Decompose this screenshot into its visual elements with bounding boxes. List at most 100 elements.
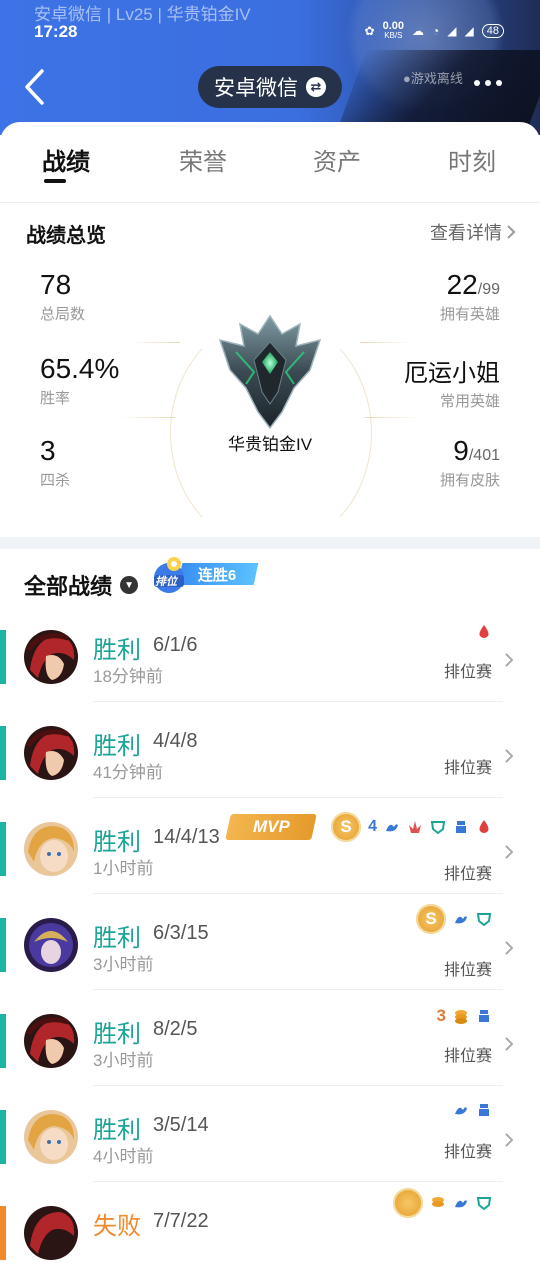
signal-icon: ◢ bbox=[447, 24, 457, 38]
match-result: 胜利 bbox=[93, 637, 141, 664]
match-row[interactable]: 胜利 4/4/8 41分钟前 排位赛 bbox=[0, 702, 540, 798]
shield-icon bbox=[430, 821, 446, 835]
lotus-icon bbox=[409, 821, 421, 833]
match-kda: 6/3/15 bbox=[153, 922, 209, 944]
match-result: 胜利 bbox=[93, 925, 141, 952]
win-streak-badge: 连胜6 排位 bbox=[152, 554, 259, 594]
view-details-link[interactable]: 查看详情 bbox=[430, 219, 516, 245]
tab-underline bbox=[44, 179, 66, 183]
content-sheet: 战绩 荣誉 资产 时刻 战绩总览 查看详情 78 总局数 65.4% 胜率 3 … bbox=[0, 122, 540, 1260]
chevron-right-icon bbox=[505, 941, 514, 955]
skins-total: /401 bbox=[468, 447, 500, 464]
stat-common-hero[interactable]: 厄运小姐 常用英雄 bbox=[404, 353, 500, 411]
gold-coins-icon bbox=[455, 1010, 467, 1024]
match-time: 18分钟前 bbox=[93, 667, 163, 686]
match-result: 胜利 bbox=[93, 1117, 141, 1144]
all-matches-filter[interactable]: 全部战绩 ▼ bbox=[24, 569, 139, 601]
heroes-value: 22 bbox=[446, 269, 478, 300]
header: 安卓微信 | Lv25 | 华贵铂金IV 17:28 ✿ 0.00 KB/S ☁ … bbox=[0, 0, 540, 135]
decor-line bbox=[120, 417, 175, 418]
tower-icon bbox=[479, 1010, 489, 1022]
common-hero-label: 常用英雄 bbox=[439, 393, 500, 410]
chevron-right-icon bbox=[505, 1133, 514, 1147]
decor-line bbox=[130, 342, 180, 343]
heroes-label: 拥有英雄 bbox=[439, 306, 500, 323]
back-arrow-icon[interactable] bbox=[22, 68, 46, 106]
chevron-down-icon: ▼ bbox=[120, 576, 139, 594]
all-matches-title: 全部战绩 bbox=[24, 574, 113, 599]
match-result: 胜利 bbox=[93, 1021, 141, 1048]
heroes-total: /99 bbox=[477, 281, 500, 298]
network-speed: 0.00 KB/S bbox=[382, 20, 405, 41]
result-accent bbox=[0, 1110, 6, 1164]
notification-icon: ✿ bbox=[364, 24, 375, 38]
shield-icon bbox=[476, 1197, 492, 1211]
match-row[interactable]: 胜利 3/5/14 4小时前 排位赛 bbox=[0, 1086, 540, 1182]
tower-icon bbox=[456, 821, 466, 833]
match-mode: 排位赛 bbox=[443, 760, 492, 777]
coin-icon bbox=[393, 1188, 423, 1218]
tab-record[interactable]: 战绩 bbox=[42, 142, 90, 177]
match-row[interactable]: 胜利 6/3/15 3小时前 S 排位赛 bbox=[0, 894, 540, 990]
s-rank-coin-icon: S bbox=[331, 812, 362, 842]
skins-value: 9 bbox=[453, 435, 469, 466]
blood-drop-icon bbox=[479, 820, 489, 833]
match-result: 失败 bbox=[93, 1213, 141, 1240]
more-icon[interactable] bbox=[474, 80, 502, 86]
hero-avatar bbox=[24, 1206, 78, 1260]
match-mode: 排位赛 bbox=[443, 962, 492, 979]
tab-assets[interactable]: 资产 bbox=[313, 142, 361, 177]
result-accent bbox=[0, 726, 6, 780]
hero-avatar bbox=[24, 726, 78, 780]
wave-icon bbox=[455, 1107, 467, 1115]
hero-avatar bbox=[24, 1110, 78, 1164]
hero-avatar bbox=[24, 918, 78, 972]
result-accent bbox=[0, 918, 6, 972]
game-status: ●游戏离线 bbox=[403, 71, 463, 86]
coin-label: S bbox=[340, 817, 352, 836]
match-mode: 排位赛 bbox=[443, 1048, 492, 1065]
match-kda: 4/4/8 bbox=[153, 730, 198, 752]
stat-skins[interactable]: 9/401 拥有皮肤 bbox=[440, 435, 500, 490]
stat-heroes[interactable]: 22/99 拥有英雄 bbox=[440, 269, 500, 324]
tab-honor[interactable]: 荣誉 bbox=[179, 142, 227, 177]
section-divider bbox=[0, 537, 540, 549]
chevron-right-icon bbox=[505, 845, 514, 859]
match-row[interactable]: 胜利 14/4/13 1小时前 MVP S 4 排位赛 bbox=[0, 798, 540, 894]
hero-avatar bbox=[24, 1014, 78, 1068]
stat-quadra-kills: 3 四杀 bbox=[40, 435, 70, 490]
shield-icon bbox=[476, 913, 492, 927]
account-chip-label: 安卓微信 bbox=[214, 77, 298, 100]
win-rate-label: 胜率 bbox=[40, 390, 71, 407]
match-time: 3小时前 bbox=[93, 955, 154, 974]
wave-icon bbox=[455, 1200, 467, 1208]
hero-avatar bbox=[24, 630, 78, 684]
account-switch-chip[interactable]: 安卓微信 ⇄ bbox=[198, 66, 342, 108]
hero-avatar bbox=[24, 822, 78, 876]
common-hero-value: 厄运小姐 bbox=[404, 360, 500, 387]
decor-line bbox=[360, 342, 410, 343]
match-row[interactable]: 胜利 8/2/5 3小时前 3 排位赛 bbox=[0, 990, 540, 1086]
match-row[interactable]: 失败 7/7/22 bbox=[0, 1182, 540, 1278]
match-kda: 6/1/6 bbox=[153, 634, 198, 656]
match-mode: 排位赛 bbox=[443, 866, 492, 883]
total-games-label: 总局数 bbox=[40, 306, 86, 323]
chevron-right-icon bbox=[505, 1037, 514, 1051]
result-accent bbox=[0, 822, 6, 876]
status-icons: ✿ 0.00 KB/S ☁ ◔ ◢ ◢ 48 bbox=[364, 20, 504, 41]
match-result: 胜利 bbox=[93, 733, 141, 760]
result-accent bbox=[0, 630, 6, 684]
tab-moments[interactable]: 时刻 bbox=[448, 142, 496, 177]
gold-coins-icon bbox=[432, 1197, 444, 1207]
signal-icon: ◢ bbox=[464, 24, 474, 38]
wave-icon bbox=[455, 916, 467, 924]
quadra-kills-value: 3 bbox=[40, 435, 56, 466]
match-mode: 排位赛 bbox=[443, 664, 492, 681]
decor-line bbox=[365, 417, 420, 418]
result-accent bbox=[0, 1206, 6, 1260]
chevron-right-icon bbox=[505, 653, 514, 667]
tab-bar: 战绩 荣誉 资产 时刻 bbox=[0, 122, 540, 203]
skins-label: 拥有皮肤 bbox=[439, 472, 500, 489]
ranked-badge-label: 排位 bbox=[155, 576, 177, 588]
match-row[interactable]: 胜利 6/1/6 18分钟前 排位赛 bbox=[0, 606, 540, 702]
